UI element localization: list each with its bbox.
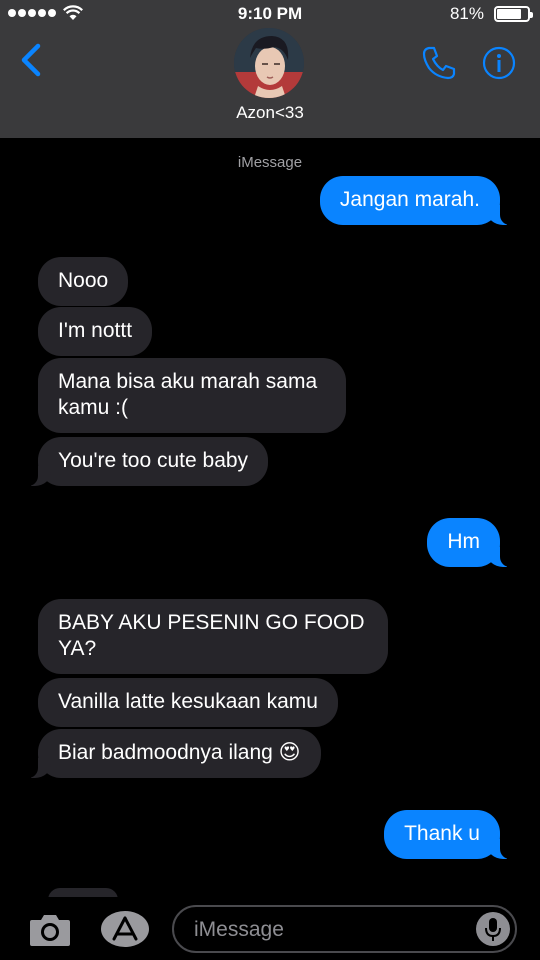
- message-field[interactable]: [172, 905, 517, 953]
- incoming-message[interactable]: I'm nottt: [38, 307, 153, 356]
- info-icon[interactable]: [482, 46, 516, 80]
- incoming-message[interactable]: BABY AKU PESENIN GO FOOD YA?: [38, 599, 388, 674]
- conversation-header: Azon<33: [0, 28, 540, 138]
- incoming-message[interactable]: Biar badmoodnya ilang 😍: [24, 729, 321, 778]
- app-store-icon[interactable]: [100, 910, 150, 948]
- outgoing-message[interactable]: Thank u: [384, 810, 514, 859]
- phone-icon[interactable]: [420, 44, 458, 82]
- incoming-message[interactable]: Mana bisa aku marah sama kamu :(: [38, 358, 346, 433]
- contact-name[interactable]: Azon<33: [0, 103, 540, 123]
- microphone-icon[interactable]: [476, 912, 510, 946]
- outgoing-message[interactable]: Hm: [427, 518, 514, 567]
- service-label: iMessage: [237, 154, 303, 171]
- incoming-message[interactable]: Nooo: [38, 257, 129, 306]
- camera-icon[interactable]: [28, 912, 72, 948]
- status-bar: 9:10 PM 81%: [0, 0, 540, 28]
- battery-icon: [494, 6, 533, 22]
- message-input[interactable]: [194, 916, 464, 944]
- outgoing-message[interactable]: Jangan marah.: [319, 176, 515, 225]
- chevron-left-icon[interactable]: [14, 40, 48, 80]
- battery-percentage: 81%: [449, 4, 484, 23]
- incoming-message[interactable]: You're too cute baby: [23, 437, 269, 486]
- contact-avatar[interactable]: [234, 28, 304, 98]
- incoming-message[interactable]: Vanilla latte kesukaan kamu: [38, 678, 338, 727]
